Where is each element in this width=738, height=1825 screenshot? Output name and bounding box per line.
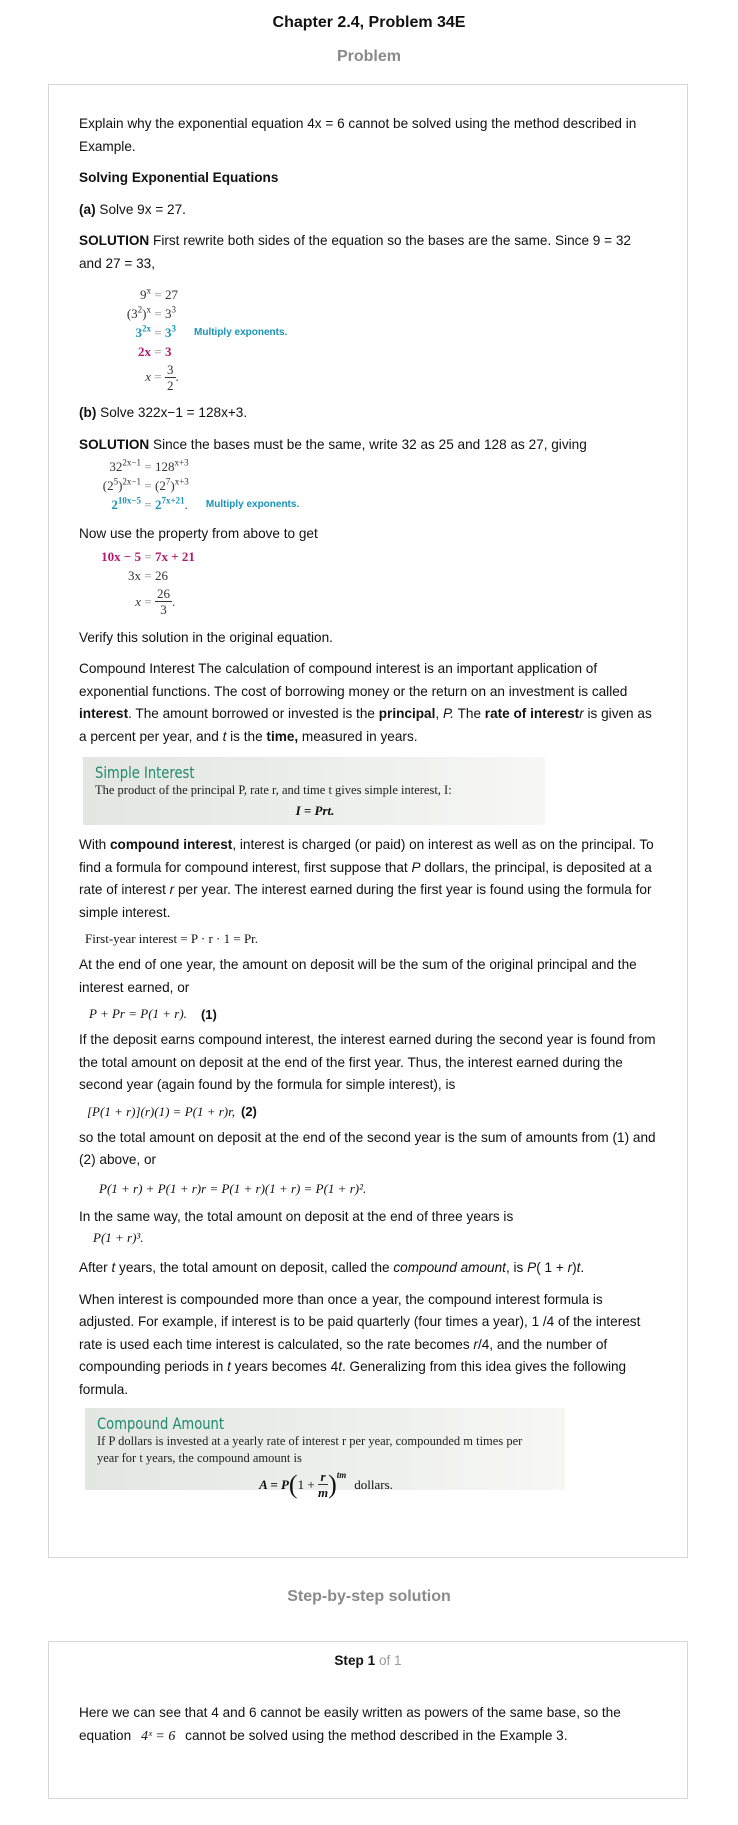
equation-4-body: P(1 + r)³. [93,1230,144,1245]
compound-amount-text: After t years, the total amount on depos… [79,1260,585,1275]
problem-heading: Solving Exponential Equations [79,170,279,185]
equation-3: P(1 + r) + P(1 + r)r = P(1 + r)(1 + r) =… [99,1172,657,1206]
solution-section-label: Step-by-step solution [287,1588,451,1605]
first-year-equation: First-year interest = P · r · 1 = Pr. [85,931,259,946]
equation-1-body: P + Pr = P(1 + r). [89,1006,187,1021]
simple-interest-text: The product of the principal P, rate r, … [95,783,452,797]
problem-section-label: Problem [336,48,401,65]
part-a: (a) Solve 9x = 27. [79,199,657,222]
compound-amount-card: Compound Amount If P dollars is invested… [85,1408,565,1500]
equation-2: [P(1 + r)](r)(1) = P(1 + r)r, (2) [87,1097,657,1127]
part-b-solution-text: Since the bases must be the same, write … [153,436,587,452]
problem-intro: Explain why the exponential equation 4x … [79,116,637,154]
equation-figure-a: 9x = 27 (32)x = 33 32x = 33 Multiply exponents.… [126,285,288,393]
multiply-exponents-note-a: Multiply exponents. [194,327,288,338]
three-years-text: In the same way, the total amount on dep… [79,1208,514,1224]
compound-amount-formula: A = P ( 1 + rm ) tm dollars. [259,1469,393,1500]
equation-1-tag: (1) [200,1006,217,1022]
end-of-year-text: At the end of one year, the amount on de… [79,957,637,995]
equation-1: P + Pr = P(1 + r). (1) [89,999,657,1029]
simple-interest-formula: I = Prt. [295,803,335,818]
second-year-text: If the deposit earns compound interest, … [79,1032,656,1092]
total-amount-text: so the total amount on deposit at the en… [79,1129,656,1168]
equation-figure-b: 322x−1 = 128x+3 (25)2x−1 = (27)x+3 210x−5 = 27… [102,457,300,512]
compound-formula-right: dollars. [354,1476,393,1492]
compound-amount-text-2: year for t years, the compound amount is [97,1451,302,1465]
compound-interest-explanation: With compound interest, interest is char… [79,837,654,920]
part-b-solution: SOLUTION Since the bases must be the sam… [79,434,657,457]
part-b-tag: (b) [79,405,97,420]
equation-4: P(1 + r)³. [93,1228,657,1248]
problem-panel: Explain why the exponential equation 4x … [48,84,688,1558]
solution-tag-b: SOLUTION [79,436,150,452]
part-b: (b) Solve 322x−1 = 128x+3. [79,402,657,425]
part-b-text: Solve 322x−1 = 128x+3. [100,405,248,420]
solution-panel: Step 1 of 1 Here we can see that 4 and 6… [48,1641,688,1799]
compounded-more-text: When interest is compounded more than on… [79,1291,641,1397]
compound-amount-text-1: If P dollars is invested at a yearly rat… [97,1434,523,1448]
property-text: Now use the property from above to get [79,526,318,541]
equation-2-body: [P(1 + r)](r)(1) = P(1 + r)r, [87,1103,235,1119]
compound-formula-left: A = P [259,1476,289,1492]
page-title: Chapter 2.4, Problem 34E [272,14,466,31]
compound-amount-title: Compound Amount [97,1414,225,1433]
multiply-exponents-note-b: Multiply exponents. [205,499,300,510]
verify-text: Verify this solution in the original equ… [79,629,333,645]
step-word: Step 1 [334,1653,376,1668]
simple-interest-card: Simple Interest The product of the princ… [83,757,545,825]
step-equation: 4ˣ = 6 [140,1728,176,1744]
step-header: Step 1 of 1 [79,1653,657,1668]
compound-interest-paragraph: Compound Interest The calculation of com… [79,661,652,744]
simple-interest-title: Simple Interest [95,763,195,782]
equation-figure-c: 10x − 5 = 7x + 21 3x = 26 x = 26 3. [101,549,195,617]
equation-2-tag: (2) [241,1104,257,1119]
solution-tag: SOLUTION [79,233,150,248]
part-a-solution-text: First rewrite both sides of the equation… [79,233,631,271]
part-a-solution: SOLUTION First rewrite both sides of the… [79,230,657,275]
part-a-tag: (a) [79,201,96,217]
part-a-text: Solve 9x = 27. [99,201,186,217]
step-text: Here we can see that 4 and 6 cannot be e… [79,1702,657,1748]
equation-3-body: P(1 + r) + P(1 + r)r = P(1 + r)(1 + r) =… [99,1180,367,1196]
step-of: of 1 [378,1653,402,1668]
step-text-after: cannot be solved using the method descri… [185,1727,568,1743]
